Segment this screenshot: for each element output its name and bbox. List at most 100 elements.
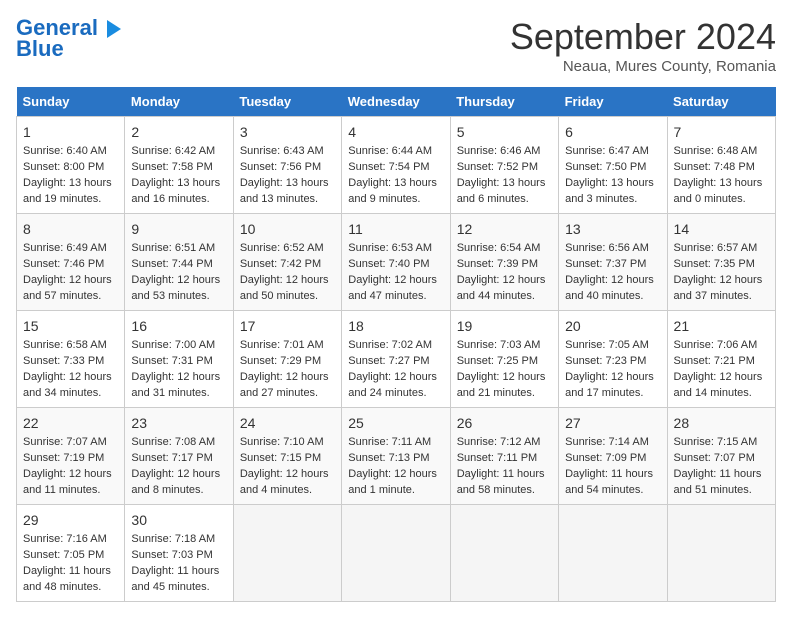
day-number: 1 [23, 122, 118, 142]
logo: General Blue [16, 16, 121, 62]
day-number: 22 [23, 413, 118, 433]
week-row: 22Sunrise: 7:07 AMSunset: 7:19 PMDayligh… [17, 408, 776, 505]
day-number: 11 [348, 219, 443, 239]
sunset-text: Sunset: 7:31 PM [131, 355, 212, 367]
calendar-cell: 19Sunrise: 7:03 AMSunset: 7:25 PMDayligh… [450, 311, 558, 408]
sunrise-text: Sunrise: 6:57 AM [674, 242, 758, 254]
daylight-text: Daylight: 12 hours and 8 minutes. [131, 468, 220, 496]
calendar-cell: 16Sunrise: 7:00 AMSunset: 7:31 PMDayligh… [125, 311, 233, 408]
daylight-text: Daylight: 11 hours and 54 minutes. [565, 468, 653, 496]
sunset-text: Sunset: 7:09 PM [565, 452, 646, 464]
calendar-cell: 4Sunrise: 6:44 AMSunset: 7:54 PMDaylight… [342, 117, 450, 214]
day-number: 24 [240, 413, 335, 433]
calendar-cell: 20 Sunrise: 7:05 AM Sunset: 7:23 PM Dayligh… [559, 311, 667, 408]
sunrise-text: Sunrise: 7:10 AM [240, 436, 324, 448]
sunrise-text: Sunrise: 6:48 AM [674, 145, 758, 157]
sunrise-text: Sunrise: 7:08 AM [131, 436, 215, 448]
day-number: 20 [565, 316, 660, 336]
daylight-text: Daylight: 13 hours and 9 minutes. [348, 177, 437, 205]
location: Neaua, Mures County, Romania [510, 58, 776, 75]
sunrise-text: Sunrise: 6:54 AM [457, 242, 541, 254]
day-number: 2 [131, 122, 226, 142]
calendar-cell: 21Sunrise: 7:06 AMSunset: 7:21 PMDayligh… [667, 311, 775, 408]
sunset-text: Sunset: 7:39 PM [457, 258, 538, 270]
day-number: 10 [240, 219, 335, 239]
sunset-text: Sunset: 7:13 PM [348, 452, 429, 464]
day-number: 17 [240, 316, 335, 336]
calendar-cell: 30Sunrise: 7:18 AMSunset: 7:03 PMDayligh… [125, 505, 233, 602]
day-number: 16 [131, 316, 226, 336]
sunset-text: Sunset: 7:11 PM [457, 452, 538, 464]
sunset-text: Sunset: 7:40 PM [348, 258, 429, 270]
page-header: General Blue September 2024 Neaua, Mures… [16, 16, 776, 75]
sunset-text: Sunset: 7:52 PM [457, 161, 538, 173]
sunset-text: Sunset: 7:56 PM [240, 161, 321, 173]
sunrise-text: Sunrise: 7:02 AM [348, 339, 432, 351]
daylight-text: Daylight: 12 hours and 50 minutes. [240, 274, 329, 302]
daylight-text: Daylight: 12 hours and 21 minutes. [457, 371, 546, 399]
sunrise-text: Sunrise: 6:58 AM [23, 339, 107, 351]
daylight-text: Daylight: 12 hours and 31 minutes. [131, 371, 220, 399]
month-title: September 2024 [510, 16, 776, 58]
sunset-text: Sunset: 7:23 PM [565, 355, 646, 367]
sunset-text: Sunset: 7:21 PM [674, 355, 755, 367]
title-area: September 2024 Neaua, Mures County, Roma… [510, 16, 776, 75]
day-number: 13 [565, 219, 660, 239]
daylight-text: Daylight: 11 hours and 51 minutes. [674, 468, 762, 496]
day-number: 6 [565, 122, 660, 142]
day-number: 9 [131, 219, 226, 239]
calendar-cell: 17Sunrise: 7:01 AMSunset: 7:29 PMDayligh… [233, 311, 341, 408]
day-number: 21 [674, 316, 769, 336]
daylight-text: Daylight: 13 hours and 0 minutes. [674, 177, 763, 205]
sunrise-text: Sunrise: 7:05 AM [565, 339, 649, 351]
sunrise-text: Sunrise: 6:49 AM [23, 242, 107, 254]
daylight-text: Daylight: 12 hours and 44 minutes. [457, 274, 546, 302]
sunset-text: Sunset: 7:50 PM [565, 161, 646, 173]
header-monday: Monday [125, 87, 233, 117]
sunrise-text: Sunrise: 6:53 AM [348, 242, 432, 254]
daylight-text: Daylight: 12 hours and 17 minutes. [565, 371, 654, 399]
day-number: 15 [23, 316, 118, 336]
day-number: 25 [348, 413, 443, 433]
calendar-cell: 23Sunrise: 7:08 AMSunset: 7:17 PMDayligh… [125, 408, 233, 505]
header-sunday: Sunday [17, 87, 125, 117]
calendar-cell: 12Sunrise: 6:54 AMSunset: 7:39 PMDayligh… [450, 214, 558, 311]
day-number: 7 [674, 122, 769, 142]
calendar-cell [342, 505, 450, 602]
header-friday: Friday [559, 87, 667, 117]
header-saturday: Saturday [667, 87, 775, 117]
logo-arrow-icon [107, 20, 121, 38]
day-number: 30 [131, 510, 226, 530]
daylight-text: Daylight: 11 hours and 45 minutes. [131, 565, 219, 593]
week-row: 15 Sunrise: 6:58 AM Sunset: 7:33 PM Dayligh… [17, 311, 776, 408]
sunset-text: Sunset: 7:35 PM [674, 258, 755, 270]
calendar-cell: 11 Sunrise: 6:53 AM Sunset: 7:40 PM Dayligh… [342, 214, 450, 311]
sunrise-text: Sunrise: 6:51 AM [131, 242, 215, 254]
calendar-cell: 15Sunrise: 6:58 AMSunset: 7:33 PMDayligh… [17, 311, 125, 408]
sunset-text: Sunset: 7:15 PM [240, 452, 321, 464]
daylight-text: Daylight: 13 hours and 13 minutes. [240, 177, 329, 205]
calendar-cell: 2Sunrise: 6:42 AMSunset: 7:58 PMDaylight… [125, 117, 233, 214]
calendar-cell: 1Sunrise: 6:40 AMSunset: 8:00 PMDaylight… [17, 117, 125, 214]
calendar-cell [667, 505, 775, 602]
sunrise-text: Sunrise: 7:06 AM [674, 339, 758, 351]
logo-blue-text: Blue [16, 36, 64, 62]
week-row: 29Sunrise: 7:16 AMSunset: 7:05 PMDayligh… [17, 505, 776, 602]
sunrise-text: Sunrise: 7:01 AM [240, 339, 324, 351]
calendar-cell: 29Sunrise: 7:16 AMSunset: 7:05 PMDayligh… [17, 505, 125, 602]
daylight-text: Daylight: 12 hours and 47 minutes. [348, 274, 437, 302]
calendar-cell: 25Sunrise: 7:11 AMSunset: 7:13 PMDayligh… [342, 408, 450, 505]
day-number: 23 [131, 413, 226, 433]
sunset-text: Sunset: 7:33 PM [23, 355, 104, 367]
calendar-body: 1Sunrise: 6:40 AMSunset: 8:00 PMDaylight… [17, 117, 776, 602]
calendar-header: SundayMondayTuesdayWednesdayThursdayFrid… [17, 87, 776, 117]
calendar-table: SundayMondayTuesdayWednesdayThursdayFrid… [16, 87, 776, 602]
day-number: 27 [565, 413, 660, 433]
daylight-text: Daylight: 11 hours and 48 minutes. [23, 565, 111, 593]
day-number: 5 [457, 122, 552, 142]
week-row: 1Sunrise: 6:40 AMSunset: 8:00 PMDaylight… [17, 117, 776, 214]
daylight-text: Daylight: 11 hours and 58 minutes. [457, 468, 545, 496]
header-tuesday: Tuesday [233, 87, 341, 117]
daylight-text: Daylight: 12 hours and 24 minutes. [348, 371, 437, 399]
day-number: 3 [240, 122, 335, 142]
